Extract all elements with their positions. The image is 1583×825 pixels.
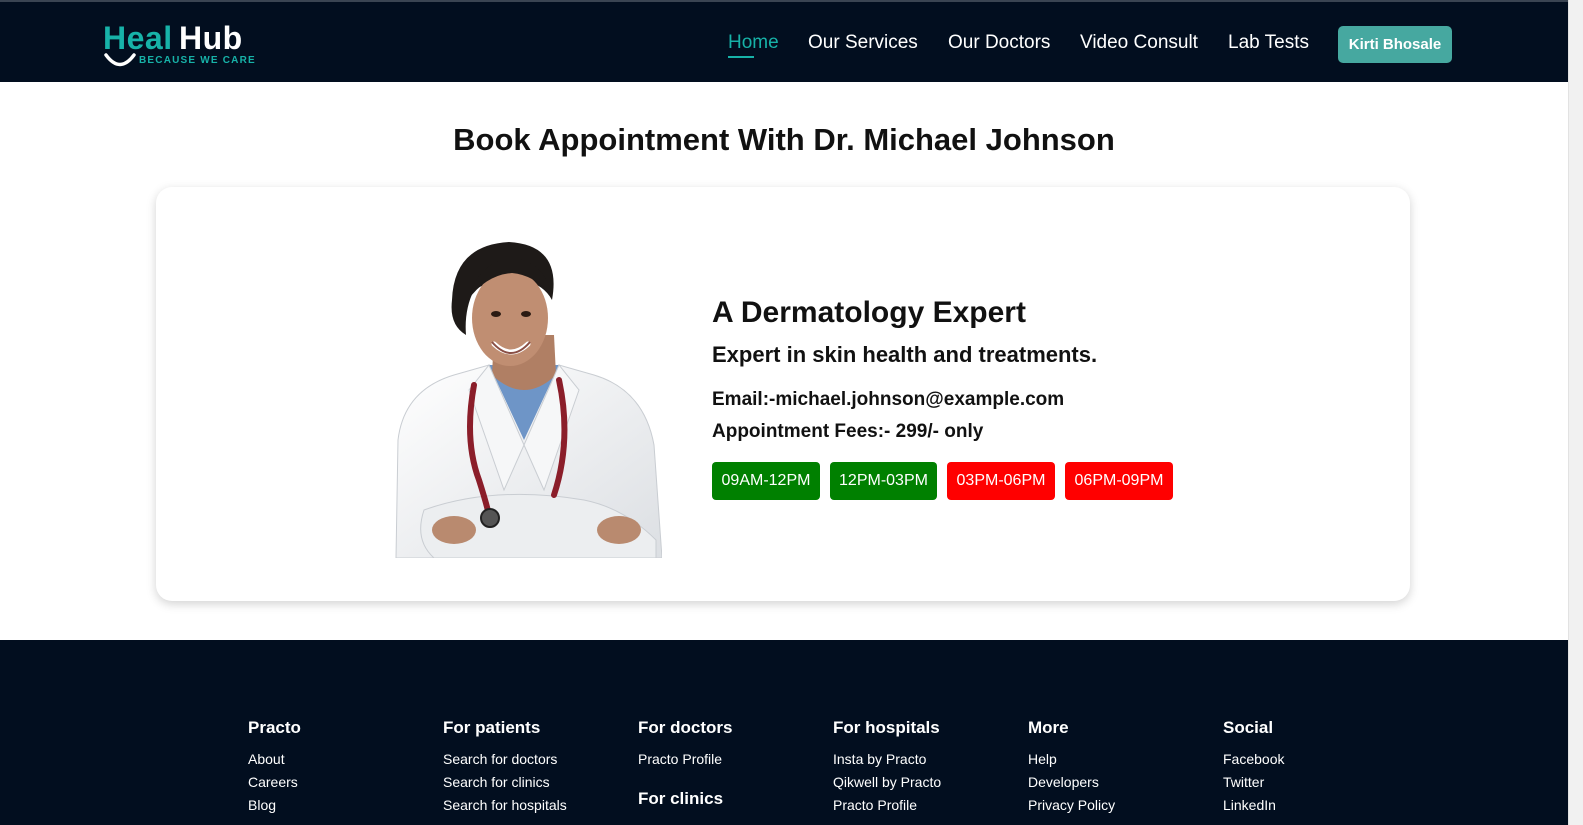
footer-link-twitter[interactable]: Twitter [1223, 774, 1264, 790]
slot-06pm-09pm-button[interactable]: 06PM-09PM [1065, 462, 1173, 500]
footer-link-privacy-policy[interactable]: Privacy Policy [1028, 797, 1115, 813]
footer-clinics-title: For clinics [638, 789, 724, 808]
slot-12pm-03pm-button[interactable]: 12PM-03PM [830, 462, 937, 500]
footer-link-search-doctors[interactable]: Search for doctors [443, 751, 557, 767]
site-header: Heal Hub BECAUSE WE CARE Home Our Servic… [0, 2, 1568, 82]
footer-doctors-title: For doctors [638, 718, 733, 737]
doctor-description: Expert in skin health and treatments. [712, 342, 1098, 367]
nav-active-underline [728, 56, 754, 58]
user-profile-button[interactable]: Kirti Bhosale [1338, 26, 1452, 63]
doctor-photo [395, 242, 662, 558]
doctor-email: Email:-michael.johnson@example.com [712, 389, 1065, 410]
smile-icon [104, 53, 136, 67]
appointment-fees: Appointment Fees:- 299/- only [712, 421, 984, 442]
footer-link-practo-profile-hospitals[interactable]: Practo Profile [833, 797, 917, 813]
footer-link-careers[interactable]: Careers [248, 774, 298, 790]
nav-our-doctors[interactable]: Our Doctors [948, 32, 1050, 54]
footer-link-search-hospitals[interactable]: Search for hospitals [443, 797, 567, 813]
slot-03pm-06pm-button[interactable]: 03PM-06PM [947, 462, 1055, 500]
footer-link-facebook[interactable]: Facebook [1223, 751, 1284, 767]
footer-hospitals-title: For hospitals [833, 718, 940, 737]
footer-social-title: Social [1223, 718, 1274, 737]
footer-link-qikwell[interactable]: Qikwell by Practo [833, 774, 941, 790]
page-scrollbar[interactable] [1568, 0, 1583, 825]
nav-lab-tests[interactable]: Lab Tests [1228, 32, 1309, 54]
footer-link-about[interactable]: About [248, 751, 285, 767]
footer-practo-title: Practo [248, 718, 301, 737]
footer-link-developers[interactable]: Developers [1028, 774, 1099, 790]
footer-link-linkedin[interactable]: LinkedIn [1223, 797, 1276, 813]
nav-home[interactable]: Home [728, 32, 779, 54]
app-frame: Heal Hub BECAUSE WE CARE Home Our Servic… [0, 0, 1583, 825]
site-footer [0, 640, 1568, 825]
healhub-logo[interactable]: Heal Hub BECAUSE WE CARE [103, 20, 256, 72]
footer-more-title: More [1028, 718, 1069, 737]
logo-hub-text: Hub [179, 20, 243, 56]
logo-tagline: BECAUSE WE CARE [139, 55, 256, 66]
footer-link-insta[interactable]: Insta by Practo [833, 751, 926, 767]
footer-link-blog[interactable]: Blog [248, 797, 276, 813]
doctor-specialty: A Dermatology Expert [712, 296, 1026, 329]
page-title: Book Appointment With Dr. Michael Johnso… [453, 122, 1115, 157]
footer-link-practo-profile-doctors[interactable]: Practo Profile [638, 751, 722, 767]
nav-video-consult[interactable]: Video Consult [1080, 32, 1198, 54]
nav-our-services[interactable]: Our Services [808, 32, 918, 54]
footer-link-help[interactable]: Help [1028, 751, 1057, 767]
footer-patients-title: For patients [443, 718, 541, 737]
footer-link-search-clinics[interactable]: Search for clinics [443, 774, 550, 790]
slot-09am-12pm-button[interactable]: 09AM-12PM [712, 462, 820, 500]
